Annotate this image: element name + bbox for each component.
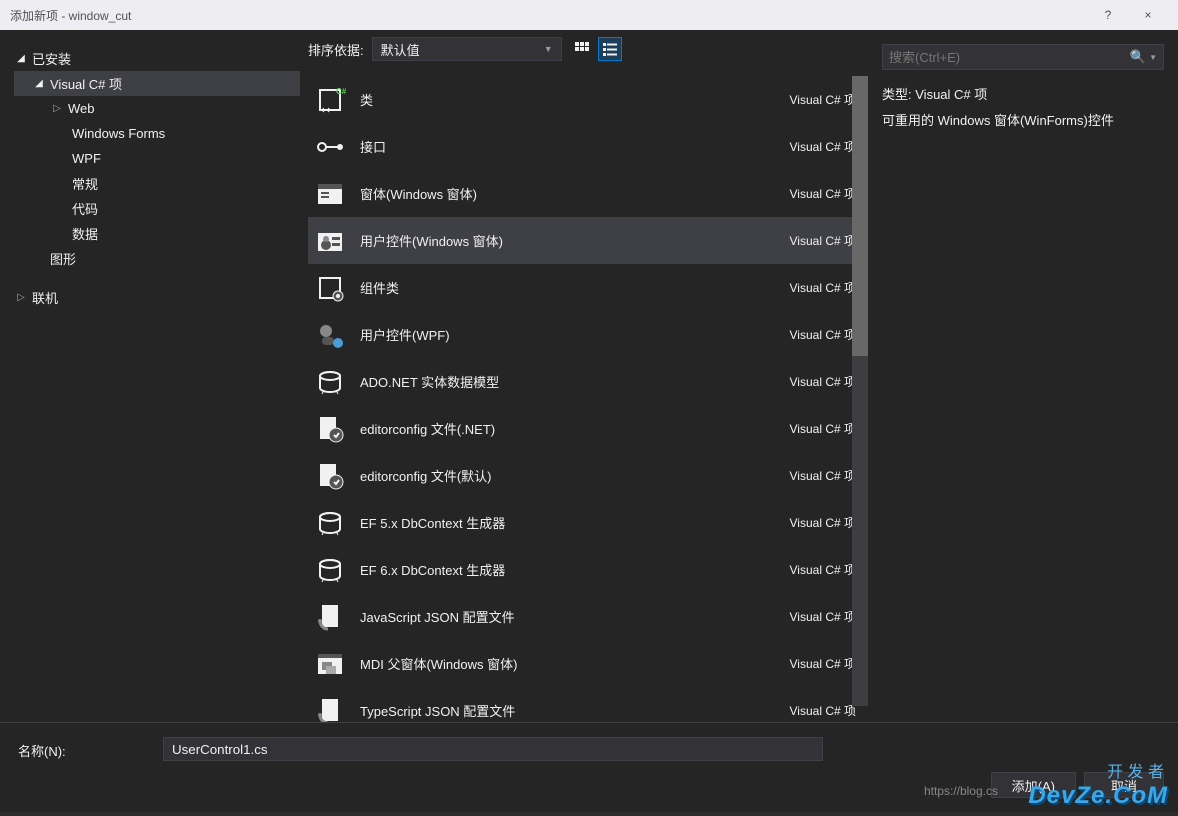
editorconfig-icon xyxy=(308,456,352,496)
template-lang: Visual C# 项 xyxy=(790,702,856,719)
search-icon[interactable]: 🔍 xyxy=(1130,49,1146,65)
name-input[interactable] xyxy=(163,737,823,761)
scrollbar[interactable] xyxy=(852,76,868,706)
bottom-bar: 名称(N): 添加(A) 取消 https://blog.cs xyxy=(0,722,1178,812)
tree-csharp[interactable]: ◢ Visual C# 项 xyxy=(14,71,300,96)
chevron-right-icon: ▷ xyxy=(14,292,28,303)
template-lang: Visual C# 项 xyxy=(790,467,856,484)
search-box[interactable]: 🔍 ▼ xyxy=(882,44,1164,70)
template-item[interactable]: EF 5.x DbContext 生成器 Visual C# 项 xyxy=(308,499,864,546)
template-name: JavaScript JSON 配置文件 xyxy=(360,607,790,626)
form-icon xyxy=(308,174,352,214)
add-button[interactable]: 添加(A) xyxy=(991,772,1076,798)
help-button[interactable]: ? xyxy=(1088,0,1128,30)
template-item[interactable]: 用户控件(Windows 窗体) Visual C# 项 xyxy=(308,217,864,264)
template-item[interactable]: 窗体(Windows 窗体) Visual C# 项 xyxy=(308,170,864,217)
template-lang: Visual C# 项 xyxy=(790,232,856,249)
template-lang: Visual C# 项 xyxy=(790,608,856,625)
ado-icon xyxy=(308,362,352,402)
template-name: editorconfig 文件(默认) xyxy=(360,466,790,485)
template-item[interactable]: 用户控件(WPF) Visual C# 项 xyxy=(308,311,864,358)
ado-icon xyxy=(308,503,352,543)
tree-installed[interactable]: ◢ 已安装 xyxy=(14,46,300,71)
template-name: ADO.NET 实体数据模型 xyxy=(360,372,790,391)
template-lang: Visual C# 项 xyxy=(790,91,856,108)
ado-icon xyxy=(308,550,352,590)
template-item[interactable]: MDI 父窗体(Windows 窗体) Visual C# 项 xyxy=(308,640,864,687)
template-item[interactable]: ADO.NET 实体数据模型 Visual C# 项 xyxy=(308,358,864,405)
json-icon xyxy=(308,691,352,723)
wpfcontrol-icon xyxy=(308,315,352,355)
template-name: 窗体(Windows 窗体) xyxy=(360,184,790,203)
template-name: TypeScript JSON 配置文件 xyxy=(360,701,790,720)
sort-dropdown[interactable]: 默认值 ▼ xyxy=(372,37,562,61)
template-name: 组件类 xyxy=(360,278,790,297)
template-lang: Visual C# 项 xyxy=(790,373,856,390)
chevron-down-icon: ▼ xyxy=(544,44,553,54)
template-name: EF 5.x DbContext 生成器 xyxy=(360,513,790,532)
details-panel: 🔍 ▼ 类型: Visual C# 项 可重用的 Windows 窗体(WinF… xyxy=(868,30,1178,722)
watermark-top: 开 发 者 xyxy=(1107,758,1164,782)
template-item[interactable]: JavaScript JSON 配置文件 Visual C# 项 xyxy=(308,593,864,640)
mdi-icon xyxy=(308,644,352,684)
window-title: 添加新项 - window_cut xyxy=(10,7,1088,24)
view-list-button[interactable] xyxy=(598,37,622,61)
close-button[interactable]: × xyxy=(1128,0,1168,30)
template-item[interactable]: editorconfig 文件(.NET) Visual C# 项 xyxy=(308,405,864,452)
type-line: 类型: Visual C# 项 xyxy=(882,84,1164,103)
template-name: 类 xyxy=(360,90,790,109)
chevron-right-icon: ▷ xyxy=(50,103,64,114)
list-icon xyxy=(602,41,618,57)
template-name: MDI 父窗体(Windows 窗体) xyxy=(360,654,790,673)
template-item[interactable]: TypeScript JSON 配置文件 Visual C# 项 xyxy=(308,687,864,722)
toolbar: 排序依据: 默认值 ▼ xyxy=(300,30,868,68)
view-grid-button[interactable] xyxy=(570,37,594,61)
category-tree: ◢ 已安装 ◢ Visual C# 项 ▷ Web Windows Forms … xyxy=(0,30,300,722)
tree-online[interactable]: ▷ 联机 xyxy=(14,285,300,310)
template-name: 接口 xyxy=(360,137,790,156)
class-icon xyxy=(308,80,352,120)
template-item[interactable]: 类 Visual C# 项 xyxy=(308,76,864,123)
template-lang: Visual C# 项 xyxy=(790,185,856,202)
template-name: 用户控件(WPF) xyxy=(360,325,790,344)
tree-general[interactable]: 常规 xyxy=(14,171,300,196)
sort-label: 排序依据: xyxy=(308,40,364,59)
tree-data[interactable]: 数据 xyxy=(14,221,300,246)
component-icon xyxy=(308,268,352,308)
template-lang: Visual C# 项 xyxy=(790,514,856,531)
template-lang: Visual C# 项 xyxy=(790,326,856,343)
chevron-down-icon: ◢ xyxy=(32,78,46,89)
template-lang: Visual C# 项 xyxy=(790,655,856,672)
template-name: EF 6.x DbContext 生成器 xyxy=(360,560,790,579)
chevron-down-icon: ◢ xyxy=(14,53,28,64)
search-input[interactable] xyxy=(889,50,1130,65)
template-item[interactable]: EF 6.x DbContext 生成器 Visual C# 项 xyxy=(308,546,864,593)
template-item[interactable]: 接口 Visual C# 项 xyxy=(308,123,864,170)
grid-icon xyxy=(574,41,590,57)
usercontrol-icon xyxy=(308,221,352,261)
tree-web[interactable]: ▷ Web xyxy=(14,96,300,121)
name-label: 名称(N): xyxy=(18,737,133,760)
scrollbar-thumb[interactable] xyxy=(852,76,868,356)
template-lang: Visual C# 项 xyxy=(790,138,856,155)
template-lang: Visual C# 项 xyxy=(790,420,856,437)
template-name: 用户控件(Windows 窗体) xyxy=(360,231,790,250)
template-item[interactable]: editorconfig 文件(默认) Visual C# 项 xyxy=(308,452,864,499)
template-item[interactable]: 组件类 Visual C# 项 xyxy=(308,264,864,311)
interface-icon xyxy=(308,127,352,167)
json-icon xyxy=(308,597,352,637)
titlebar: 添加新项 - window_cut ? × xyxy=(0,0,1178,30)
template-name: editorconfig 文件(.NET) xyxy=(360,419,790,438)
tree-wpf[interactable]: WPF xyxy=(14,146,300,171)
editorconfig-icon xyxy=(308,409,352,449)
template-list: 类 Visual C# 项 接口 Visual C# 项 窗体(Windows … xyxy=(300,68,868,722)
tree-graphics[interactable]: 图形 xyxy=(14,246,300,271)
tree-code[interactable]: 代码 xyxy=(14,196,300,221)
url-watermark: https://blog.cs xyxy=(924,784,998,798)
description: 可重用的 Windows 窗体(WinForms)控件 xyxy=(882,111,1164,131)
tree-winforms[interactable]: Windows Forms xyxy=(14,121,300,146)
template-lang: Visual C# 项 xyxy=(790,279,856,296)
dropdown-icon[interactable]: ▼ xyxy=(1149,53,1157,62)
template-lang: Visual C# 项 xyxy=(790,561,856,578)
